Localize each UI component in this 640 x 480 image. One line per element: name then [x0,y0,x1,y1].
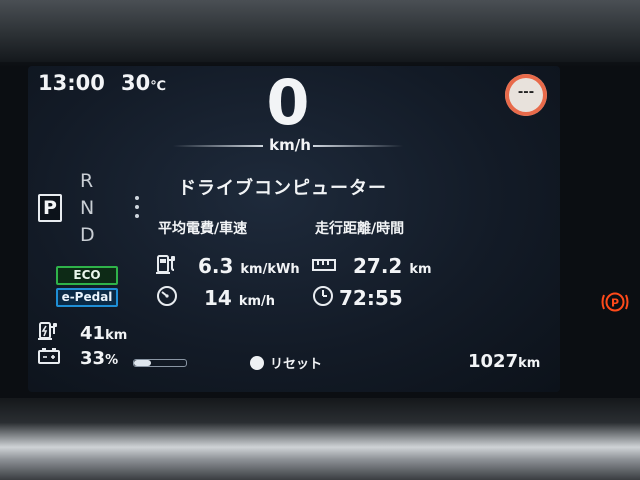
average-header: 平均電費/車速 [158,221,248,237]
distance-readout: 27.2 km [353,254,432,278]
gear-r: R [80,170,94,192]
battery-icon [38,348,60,364]
dashboard-bezel-top [0,0,640,62]
efficiency-unit: km/kWh [240,262,300,277]
speed-divider-right [313,145,403,147]
gear-n: N [80,197,95,219]
efficiency-value: 6.3 [198,254,234,278]
range-unit: km [105,328,128,343]
clock-icon [312,285,334,307]
gear-selected: P [43,197,57,219]
speedometer-icon [156,285,178,307]
range-value: 41 [80,323,106,344]
menu-dots-icon [135,196,139,218]
reset-label: リセット [270,357,323,372]
avg-speed-value: 14 [204,286,232,310]
reset-dot-icon [250,355,264,370]
temperature-unit: ℃ [150,79,166,94]
battery-level-bar [133,359,187,367]
ruler-icon [312,259,336,271]
battery-unit: % [105,353,119,368]
distance-value: 27.2 [353,254,403,278]
charging-station-icon [156,253,176,275]
drive-computer-title: ドライブコンピューター [178,178,387,199]
odometer-unit: km [518,356,541,371]
avg-speed-readout: 14 km/h [204,286,275,310]
parking-brake-warning-icon: P [600,290,630,318]
svg-text:P: P [611,297,619,310]
instrument-display: 13:00 30℃ 0 km/h --- P R N D ECO e-Pedal… [28,66,560,392]
trip-header: 走行距離/時間 [315,221,405,237]
reset-button[interactable]: リセット [250,353,322,372]
speed-value: 0 [266,66,310,139]
speed-divider-left [173,145,263,147]
eco-mode-badge: ECO [56,266,118,285]
speed-limit-sign-text: --- [517,85,535,100]
battery-level-fill [134,360,152,366]
battery-value: 33 [80,348,106,369]
outside-temperature: 30℃ [121,71,166,95]
temperature-value: 30 [121,71,151,95]
efficiency-readout: 6.3 km/kWh [198,254,300,278]
speed-unit: km/h [269,136,311,154]
gear-d: D [80,224,95,246]
distance-unit: km [409,262,432,277]
speed-limit-sign: --- [505,74,547,116]
gear-selected-indicator: P [38,194,62,222]
clock: 13:00 [38,71,105,95]
avg-speed-unit: km/h [238,294,276,309]
range-readout: 41km [80,323,127,344]
battery-readout: 33% [80,348,118,369]
trip-time-value: 72:55 [339,286,403,310]
ev-range-icon [38,321,60,341]
epedal-badge: e-Pedal [56,288,118,307]
dashboard-bezel-bottom [0,398,640,480]
odometer-value: 1027 [468,351,519,372]
odometer-readout: 1027km [468,351,540,372]
